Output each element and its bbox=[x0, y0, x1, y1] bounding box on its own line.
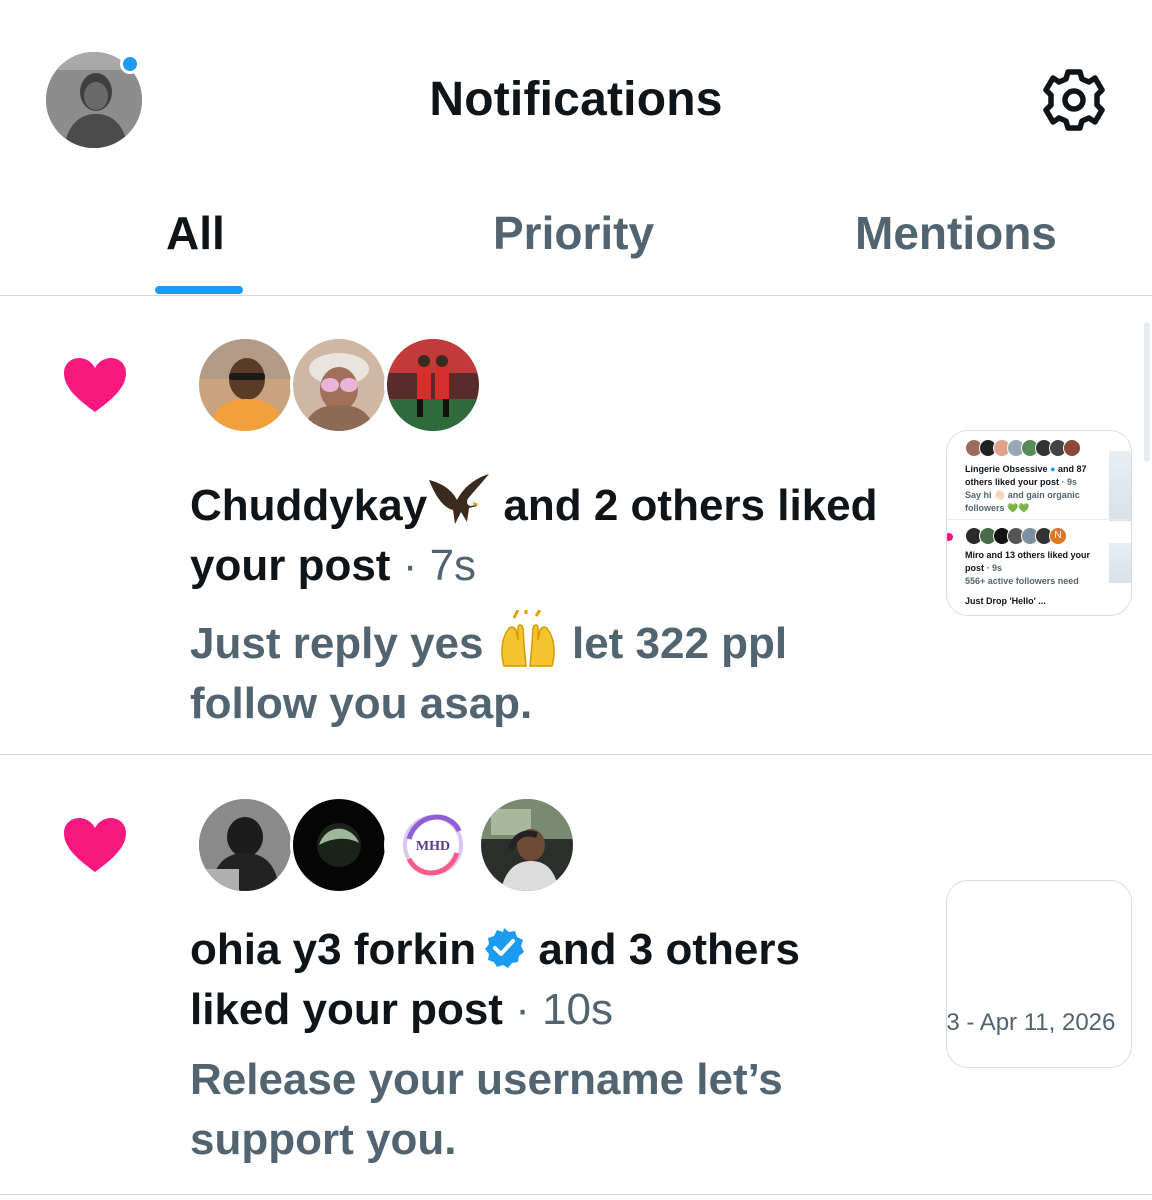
action-text: liked your post bbox=[190, 985, 503, 1034]
svg-text:MHD: MHD bbox=[416, 839, 450, 854]
unread-dot bbox=[120, 54, 140, 74]
avatar[interactable]: MHD bbox=[384, 796, 482, 894]
preview-date-text: 23 - Apr 11, 2026 bbox=[946, 1009, 1116, 1036]
notification-item[interactable]: MHD ohia y3 forkin and 3 others liked yo… bbox=[0, 756, 1152, 1195]
eagle-icon bbox=[427, 470, 491, 528]
preview-item-1: Lingerie Obsessive ● and 87 others liked… bbox=[965, 464, 1087, 487]
actor-name[interactable]: Chuddykay bbox=[190, 481, 427, 530]
post-snippet[interactable]: Release your username let’s support you. bbox=[190, 1050, 890, 1170]
post-preview-thumbnail[interactable]: 23 - Apr 11, 2026 bbox=[946, 880, 1132, 1068]
preview-item-1-body: Say hi 👋🏻 and gain organic followers 💚💚 bbox=[965, 490, 1080, 513]
page-title: Notifications bbox=[429, 73, 723, 126]
post-snippet[interactable]: Just reply yes let 322 ppl follow you as… bbox=[190, 608, 890, 734]
preview-side-strip bbox=[1109, 451, 1131, 521]
notification-headline: Chuddykay and 2 others liked your post ·… bbox=[190, 470, 890, 596]
preview-side-strip bbox=[1109, 543, 1131, 583]
preview-item-2-body: 556+ active followers need bbox=[965, 576, 1079, 586]
notification-tabs: All Priority Mentions bbox=[0, 190, 1152, 296]
heart-icon bbox=[62, 816, 128, 874]
avatar[interactable] bbox=[196, 336, 294, 434]
notification-headline: ohia y3 forkin and 3 others liked your p… bbox=[190, 920, 890, 1040]
post-preview-thumbnail[interactable]: Lingerie Obsessive ● and 87 others liked… bbox=[946, 430, 1132, 616]
post-text-part1: Just reply yes bbox=[190, 619, 484, 668]
separator: · bbox=[515, 985, 530, 1034]
avatar[interactable] bbox=[196, 796, 294, 894]
tab-priority[interactable]: Priority bbox=[493, 206, 654, 260]
timestamp: 7s bbox=[429, 541, 477, 590]
settings-gear-icon[interactable] bbox=[1040, 66, 1108, 134]
actor-name[interactable]: ohia y3 forkin bbox=[190, 925, 476, 974]
preview-item-2: Miro and 13 others liked your post · 9s bbox=[965, 550, 1091, 573]
verified-badge-icon bbox=[482, 926, 526, 970]
others-count: and 2 others bbox=[503, 481, 766, 530]
tab-all[interactable]: All bbox=[166, 206, 225, 260]
avatar[interactable] bbox=[384, 336, 482, 434]
timestamp: 10s bbox=[542, 985, 614, 1034]
heart-icon bbox=[62, 356, 128, 414]
scrollbar[interactable] bbox=[1144, 322, 1150, 462]
active-tab-indicator bbox=[155, 286, 243, 294]
avatar[interactable] bbox=[290, 796, 388, 894]
avatar[interactable] bbox=[290, 336, 388, 434]
avatar[interactable] bbox=[478, 796, 576, 894]
others-count: and 3 others bbox=[538, 925, 800, 974]
heart-icon bbox=[947, 533, 953, 541]
top-bar: Notifications bbox=[0, 0, 1152, 190]
notification-item[interactable]: Chuddykay and 2 others liked your post ·… bbox=[0, 296, 1152, 755]
tab-mentions[interactable]: Mentions bbox=[855, 206, 1057, 260]
separator: · bbox=[402, 541, 418, 590]
preview-item-2-tail: Just Drop 'Hello' ... bbox=[965, 596, 1046, 606]
raise-hands-icon bbox=[496, 608, 560, 668]
